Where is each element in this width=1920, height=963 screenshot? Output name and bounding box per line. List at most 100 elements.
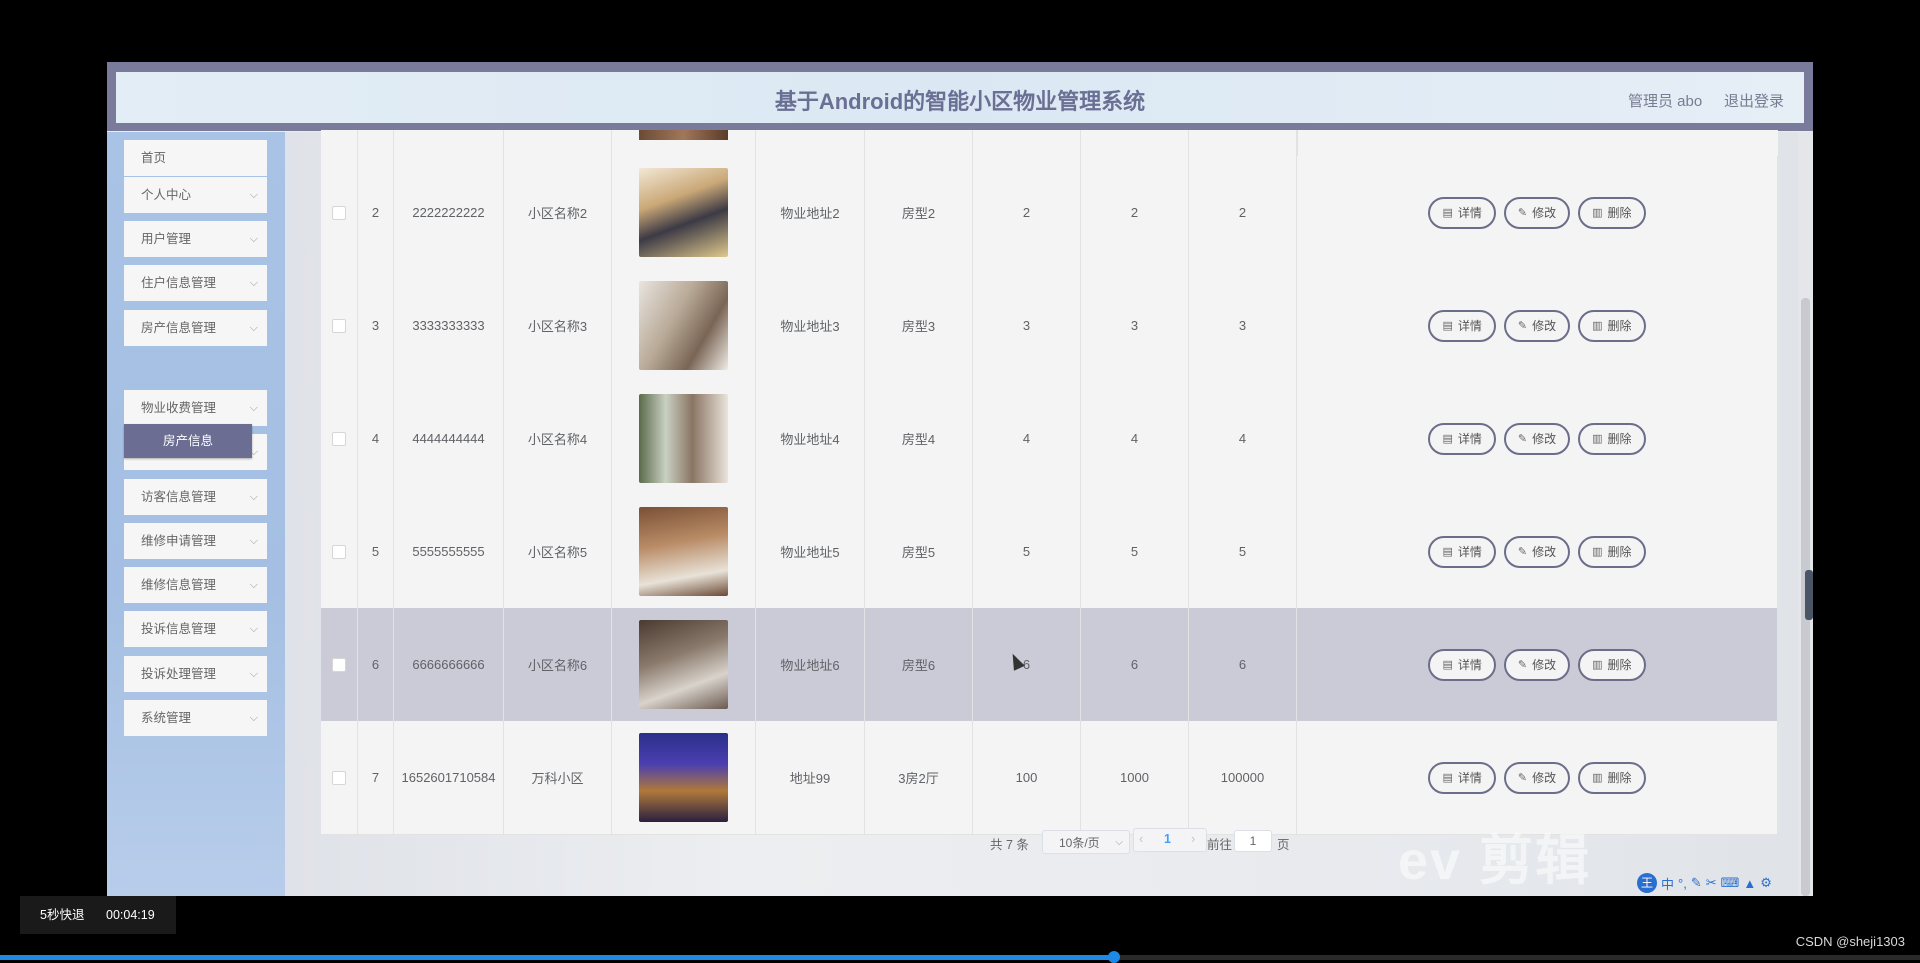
edit-button[interactable]: ✎ 修改 (1503, 422, 1571, 455)
detail-button[interactable]: ▤ 详情 (1428, 648, 1496, 681)
detail-button[interactable]: ▤ 详情 (1428, 196, 1496, 229)
image-cell (612, 721, 756, 834)
skin-icon[interactable]: ▲ (1743, 876, 1756, 891)
pencil-icon: ✎ (1517, 320, 1528, 332)
edit-button[interactable]: ✎ 修改 (1503, 761, 1571, 794)
sidebar-item-label: 用户管理 (141, 232, 192, 246)
row-index: 6 (358, 608, 394, 721)
delete-button[interactable]: ▥ 删除 (1578, 535, 1646, 568)
sidebar-item-11[interactable]: 投诉处理管理 ⌵ (124, 656, 267, 692)
row-checkbox[interactable] (332, 770, 346, 785)
prev-page-button[interactable]: ‹ (1139, 831, 1143, 846)
sidebar-item-label: 访客信息管理 (141, 490, 217, 504)
actions-cell: ▤ 详情 ✎ 修改 ▥ 删除 (1297, 382, 1778, 495)
detail-button[interactable]: ▤ 详情 (1428, 535, 1496, 568)
actions-cell: ▤ 详情 ✎ 修改 ▥ 删除 (1297, 495, 1778, 608)
row-checkbox[interactable] (332, 318, 346, 333)
sidebar-item-10[interactable]: 投诉信息管理 ⌵ (124, 611, 267, 647)
delete-button[interactable]: ▥ 删除 (1578, 309, 1646, 342)
table-row: 4 4444444444 小区名称4 物业地址4 房型4 4 4 4 ▤ 详情 ✎ 修改 ▥ 删除 (321, 382, 1778, 496)
sidebar-item-label: 物业收费管理 (141, 401, 217, 415)
page-size-select[interactable]: 10条/页 ⌵ (1042, 830, 1130, 854)
chevron-down-icon: ⌵ (249, 712, 258, 724)
sidebar-item-8[interactable]: 维修申请管理 ⌵ (124, 523, 267, 559)
gear-icon[interactable]: ⚙ (1760, 875, 1772, 891)
sidebar-item-3[interactable]: 住户信息管理 ⌵ (124, 265, 267, 301)
value-col-1: 3 (973, 269, 1081, 382)
next-page-button[interactable]: › (1191, 831, 1195, 846)
sidebar: 首页个人中心⌵用户管理⌵住户信息管理⌵房产信息管理⌵物业收费管理⌵停车场管理⌵访… (107, 132, 285, 896)
house-type: 房型5 (865, 495, 973, 608)
delete-button[interactable]: ▥ 删除 (1578, 648, 1646, 681)
ime-punct-icon[interactable]: °, (1678, 876, 1687, 891)
community-name: 万科小区 (504, 721, 612, 834)
house-thumbnail[interactable] (639, 733, 728, 822)
button-label: 详情 (1457, 658, 1482, 672)
sidebar-item-0[interactable]: 首页 (124, 140, 267, 176)
ime-lang[interactable]: 中 (1661, 874, 1674, 893)
value-col-2: 4 (1081, 382, 1189, 495)
ime-toolbar[interactable]: 王 中 °, ✎ ✂ ⌨ ▲ ⚙ (1637, 872, 1772, 894)
house-code: 6666666666 (394, 608, 504, 721)
sidebar-subitem-active[interactable]: 房产信息 (124, 424, 252, 458)
house-thumbnail[interactable] (639, 168, 728, 257)
chevron-down-icon: ⌵ (249, 189, 258, 201)
detail-button[interactable]: ▤ 详情 (1428, 309, 1496, 342)
actions-cell: ▤ 详情 ✎ 修改 ▥ 删除 (1297, 608, 1778, 721)
pencil-icon: ✎ (1517, 207, 1528, 219)
chevron-down-icon: ⌵ (249, 233, 258, 245)
edit-button[interactable]: ✎ 修改 (1503, 535, 1571, 568)
goto-page-input[interactable]: 1 (1234, 830, 1272, 852)
sidebar-item-7[interactable]: 访客信息管理 ⌵ (124, 479, 267, 515)
sidebar-item-label: 投诉处理管理 (141, 667, 217, 681)
trash-icon: ▥ (1592, 772, 1603, 784)
detail-button[interactable]: ▤ 详情 (1428, 422, 1496, 455)
edit-button[interactable]: ✎ 修改 (1503, 648, 1571, 681)
document-icon: ▤ (1442, 207, 1453, 219)
edit-button[interactable]: ✎ 修改 (1503, 309, 1571, 342)
house-thumbnail[interactable] (639, 394, 728, 483)
button-label: 详情 (1457, 771, 1482, 785)
image-cell (612, 495, 756, 608)
current-page[interactable]: 1 (1164, 832, 1171, 846)
scrollbar-grip[interactable] (1805, 570, 1813, 620)
row-actions: ▤ 详情 ✎ 修改 ▥ 删除 (1428, 309, 1646, 342)
property-address: 物业地址5 (756, 495, 865, 608)
button-label: 修改 (1532, 545, 1557, 559)
button-label: 删除 (1607, 545, 1632, 559)
player-osd: 5秒快退 00:04:19 (20, 896, 176, 934)
sidebar-item-12[interactable]: 系统管理 ⌵ (124, 700, 267, 736)
row-checkbox[interactable] (332, 431, 346, 446)
button-label: 删除 (1607, 206, 1632, 220)
ime-badge[interactable]: 王 (1637, 873, 1657, 893)
scissors-icon[interactable]: ✂ (1706, 875, 1717, 891)
detail-button[interactable]: ▤ 详情 (1428, 761, 1496, 794)
delete-button[interactable]: ▥ 删除 (1578, 422, 1646, 455)
sidebar-item-9[interactable]: 维修信息管理 ⌵ (124, 567, 267, 603)
button-label: 详情 (1457, 319, 1482, 333)
house-thumbnail[interactable] (639, 281, 728, 370)
row-checkbox[interactable] (332, 205, 346, 220)
sidebar-item-2[interactable]: 用户管理 ⌵ (124, 221, 267, 257)
house-thumbnail[interactable] (639, 507, 728, 596)
pen-icon[interactable]: ✎ (1691, 875, 1702, 891)
sidebar-item-5[interactable]: 物业收费管理 ⌵ (124, 390, 267, 426)
house-thumbnail[interactable] (639, 620, 728, 709)
edit-button[interactable]: ✎ 修改 (1503, 196, 1571, 229)
table-row: 6 6666666666 小区名称6 物业地址6 房型6 6 6 6 ▤ 详情 ✎ 修改 ▥ 删除 (321, 608, 1778, 722)
value-col-1: 4 (973, 382, 1081, 495)
row-checkbox[interactable] (332, 657, 346, 672)
delete-button[interactable]: ▥ 删除 (1578, 196, 1646, 229)
button-label: 删除 (1607, 319, 1632, 333)
row-index: 7 (358, 721, 394, 834)
row-checkbox[interactable] (332, 544, 346, 559)
button-label: 修改 (1532, 771, 1557, 785)
progress-knob[interactable] (1107, 951, 1120, 963)
image-cell (612, 608, 756, 721)
delete-button[interactable]: ▥ 删除 (1578, 761, 1646, 794)
property-address: 物业地址3 (756, 269, 865, 382)
sidebar-item-4[interactable]: 房产信息管理 ⌵ (124, 310, 267, 346)
logout-link[interactable]: 退出登录 (1724, 90, 1784, 111)
sidebar-item-1[interactable]: 个人中心 ⌵ (124, 177, 267, 213)
keyboard-icon[interactable]: ⌨ (1721, 875, 1740, 891)
